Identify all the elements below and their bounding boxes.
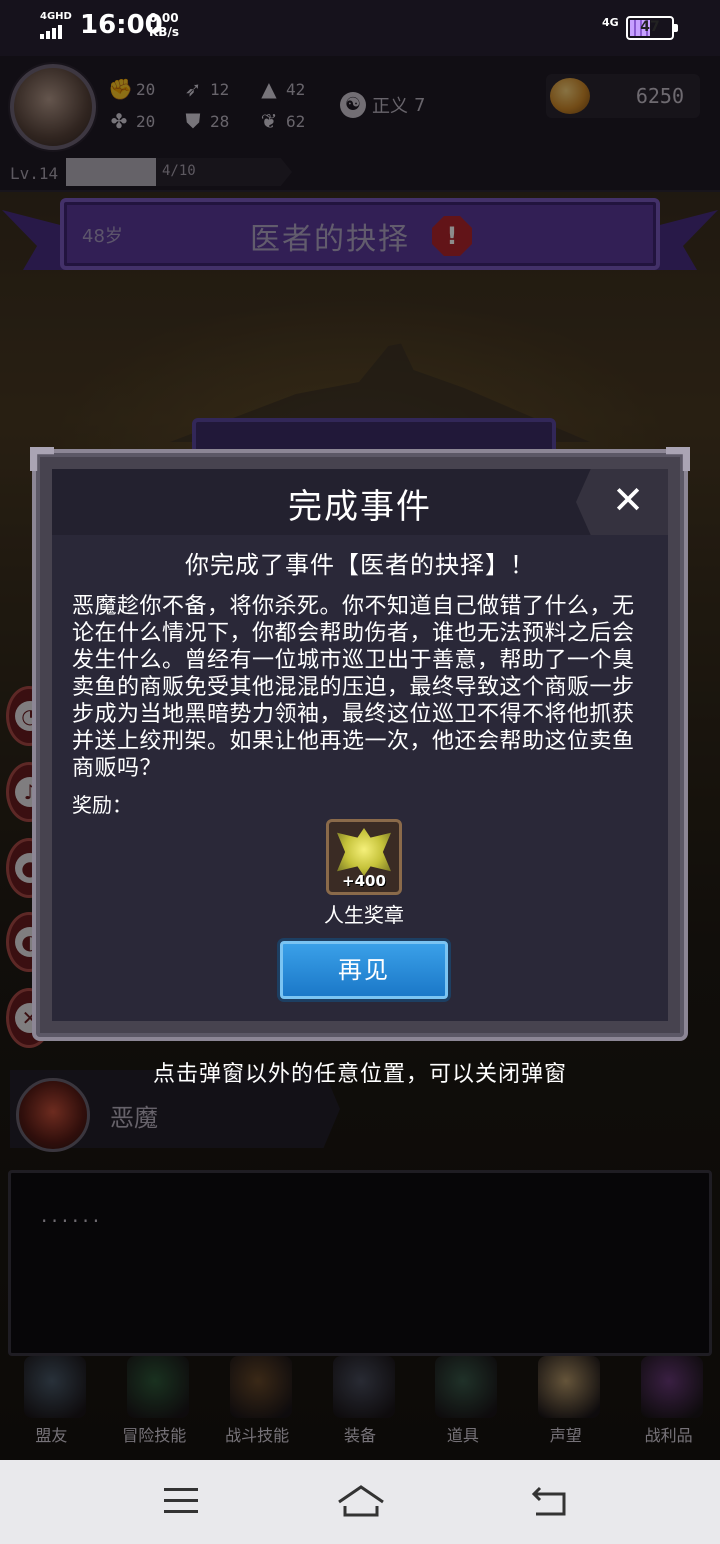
close-button[interactable]: ✕	[576, 469, 668, 535]
status-bar: 4GHD 16:00 0.00 KB/s 4G 47	[0, 0, 720, 56]
close-hint: 点击弹窗以外的任意位置，可以关闭弹窗	[152, 1062, 567, 1087]
battery-icon: 47	[626, 16, 678, 40]
back-icon[interactable]	[530, 1486, 568, 1518]
reward-label: 奖励：	[72, 793, 132, 817]
network-speed-unit: KB/s	[149, 25, 179, 39]
network-type-label: 4GHD	[40, 11, 72, 22]
signal-bars-icon	[40, 25, 72, 39]
network-speed-value: 0.00	[149, 11, 179, 25]
event-description: 恶魔趁你不备，将你杀死。你不知道自己做错了什么，无论在什么情况下，你都会帮助伤者…	[72, 594, 635, 781]
goodbye-button[interactable]: 再见	[280, 941, 448, 999]
network-speed: 0.00 KB/s	[149, 11, 179, 39]
event-complete-modal: 完成事件 ✕ 你完成了事件【医者的抉择】！ 恶魔趁你不备，将你杀死。你不知道自己…	[32, 449, 688, 1041]
modal-header: 完成事件 ✕	[52, 469, 668, 535]
reward-quantity: +400	[342, 872, 386, 890]
modal-content: 完成事件 ✕ 你完成了事件【医者的抉择】！ 恶魔趁你不备，将你杀死。你不知道自己…	[52, 469, 668, 1021]
modal-title: 完成事件	[288, 487, 432, 527]
battery-level: 47	[640, 19, 660, 35]
reward-name: 人生奖章	[324, 903, 404, 927]
home-icon[interactable]	[336, 1484, 386, 1518]
signal-indicator: 4GHD	[40, 12, 72, 39]
life-medal-icon	[337, 828, 391, 876]
network-label-right: 4G	[602, 16, 619, 29]
menu-icon[interactable]	[164, 1488, 198, 1516]
system-navigation-bar	[0, 1460, 720, 1544]
reward-item[interactable]: +400	[326, 819, 402, 895]
modal-subtitle: 你完成了事件【医者的抉择】！	[185, 551, 535, 579]
